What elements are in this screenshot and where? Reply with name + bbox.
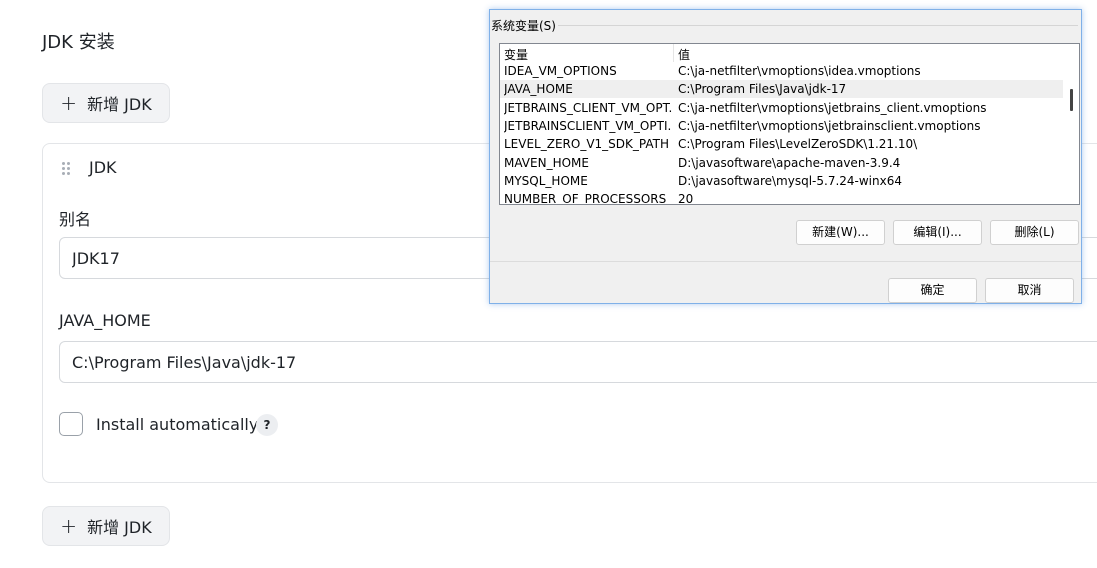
variable-value: C:\ja-netfilter\vmoptions\idea.vmoptions (678, 64, 921, 78)
install-automatically-checkbox[interactable] (59, 412, 83, 436)
variable-name: JETBRAINSCLIENT_VM_OPTI... (504, 118, 672, 133)
table-row[interactable]: MYSQL_HOME D:\javasoftware\mysql-5.7.24-w… (500, 172, 1063, 190)
table-row[interactable]: LEVEL_ZERO_V1_SDK_PATH C:\Program Files\L… (500, 135, 1063, 153)
group-divider (552, 25, 1078, 26)
plus-icon: + (60, 91, 78, 115)
add-jdk-button-top[interactable]: + 新增 JDK (42, 83, 170, 123)
card-title: JDK (89, 158, 117, 177)
variable-value: C:\Program Files\LevelZeroSDK\1.21.10\ (678, 137, 918, 152)
cancel-button[interactable]: 取消 (985, 278, 1074, 303)
variable-name: IDEA_VM_OPTIONS (504, 64, 617, 78)
new-variable-button[interactable]: 新建(W)... (796, 220, 885, 245)
variable-value: C:\ja-netfilter\vmoptions\jetbrainsclien… (678, 118, 981, 133)
page-title: JDK 安装 (42, 32, 115, 53)
add-jdk-label: 新增 JDK (87, 518, 152, 537)
variable-value: C:\Program Files\Java\jdk-17 (678, 82, 847, 97)
java-home-label: JAVA_HOME (59, 311, 151, 330)
system-variables-group-label: 系统变量(S) (491, 17, 558, 34)
list-scrollbar[interactable] (1064, 44, 1079, 204)
add-jdk-button-bottom[interactable]: + 新增 JDK (42, 506, 170, 546)
alias-label: 别名 (59, 210, 92, 229)
add-jdk-label: 新增 JDK (87, 95, 152, 114)
delete-variable-button[interactable]: 删除(L) (990, 220, 1079, 245)
list-header: 变量 值 (500, 44, 1063, 62)
variable-value: D:\javasoftware\mysql-5.7.24-winx64 (678, 173, 902, 188)
system-variables-list[interactable]: 变量 值 IDEA_VM_OPTIONS C:\ja-netfilter\vmop… (499, 43, 1080, 205)
edit-variable-button[interactable]: 编辑(I)... (893, 220, 982, 245)
variable-name: JAVA_HOME (504, 82, 573, 97)
ok-button[interactable]: 确定 (888, 278, 977, 303)
variable-value: C:\ja-netfilter\vmoptions\jetbrains_clie… (678, 100, 987, 115)
column-header-variable[interactable]: 变量 (504, 46, 528, 63)
system-variables-dialog: 系统变量(S) 变量 值 IDEA_VM_OPTIONS C:\ja-netfil… (489, 9, 1082, 304)
drag-handle-icon[interactable] (62, 162, 72, 178)
variable-name: MYSQL_HOME (504, 173, 588, 188)
install-automatically-label: Install automatically (96, 415, 259, 434)
variable-name: JETBRAINS_CLIENT_VM_OPT... (504, 100, 672, 115)
table-row[interactable]: JAVA_HOME C:\Program Files\Java\jdk-17 (500, 80, 1063, 99)
column-separator[interactable] (673, 44, 674, 62)
plus-icon: + (60, 514, 78, 538)
column-header-value[interactable]: 值 (678, 46, 690, 63)
variable-name: MAVEN_HOME (504, 155, 589, 170)
table-row[interactable]: IDEA_VM_OPTIONS C:\ja-netfilter\vmoptions… (500, 62, 1063, 80)
variable-name: NUMBER_OF_PROCESSORS (504, 192, 667, 205)
variable-name: LEVEL_ZERO_V1_SDK_PATH (504, 137, 669, 152)
java-home-input[interactable] (59, 341, 1097, 383)
scrollbar-thumb[interactable] (1070, 89, 1073, 111)
table-row[interactable]: NUMBER_OF_PROCESSORS 20 (500, 190, 1063, 205)
help-icon[interactable]: ? (256, 414, 278, 436)
table-row[interactable]: MAVEN_HOME D:\javasoftware\apache-maven-3… (500, 154, 1063, 172)
variable-value: 20 (678, 192, 694, 205)
dialog-divider (490, 261, 1081, 262)
variable-value: D:\javasoftware\apache-maven-3.9.4 (678, 155, 901, 170)
table-row[interactable]: JETBRAINS_CLIENT_VM_OPT... C:\ja-netfilte… (500, 99, 1063, 117)
table-row[interactable]: JETBRAINSCLIENT_VM_OPTI... C:\ja-netfilte… (500, 117, 1063, 135)
